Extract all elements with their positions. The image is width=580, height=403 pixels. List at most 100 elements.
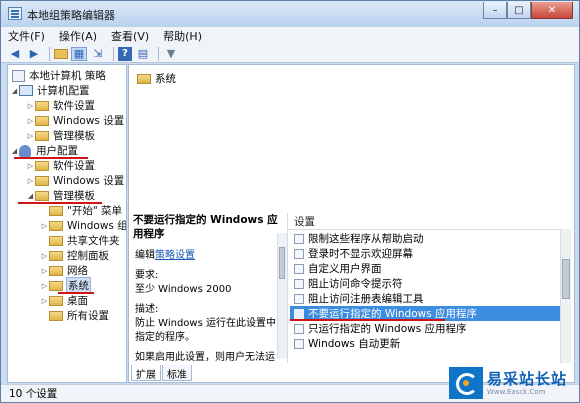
tree-shared-folders[interactable]: 共享文件夹 bbox=[40, 233, 120, 248]
properties-icon[interactable]: ▤ bbox=[135, 47, 151, 61]
help-icon[interactable]: ? bbox=[118, 46, 132, 61]
policy-setting-icon bbox=[294, 338, 304, 349]
requirements: 要求: 至少 Windows 2000 bbox=[135, 269, 281, 297]
watermark: 易采站长站 Www.Easck.Com bbox=[449, 367, 575, 399]
menu-bar: 文件(F) 操作(A) 查看(V) 帮助(H) bbox=[1, 27, 579, 45]
list-item[interactable]: 登录时不显示欢迎屏幕 bbox=[290, 246, 571, 261]
tree-user-admin[interactable]: ◢ 管理模板 bbox=[26, 188, 95, 203]
tree-desktop[interactable]: ▷ 桌面 bbox=[40, 293, 88, 308]
folder-icon bbox=[35, 160, 49, 171]
list-scrollbar[interactable] bbox=[560, 229, 571, 363]
tree-label: 网络 bbox=[67, 265, 88, 277]
policy-setting-icon bbox=[294, 293, 304, 304]
menu-action[interactable]: 操作(A) bbox=[52, 28, 104, 44]
collapse-arrow-icon[interactable]: ◢ bbox=[10, 147, 19, 155]
window-title: 本地组策略编辑器 bbox=[27, 9, 115, 22]
tree-user-software[interactable]: ▷ 软件设置 bbox=[26, 158, 95, 173]
description-pane: 不要运行指定的 Windows 应用程序 编辑策略设置 要求: 至少 Windo… bbox=[131, 213, 283, 363]
close-button[interactable]: ✕ bbox=[531, 2, 573, 19]
settings-list: 设置 限制这些程序从帮助启动 登录时不显示欢迎屏幕 自定义用户界面 阻止访问命令… bbox=[287, 213, 571, 363]
list-item[interactable]: 阻止访问命令提示符 bbox=[290, 276, 571, 291]
collapse-arrow-icon[interactable]: ◢ bbox=[26, 192, 35, 200]
list-item-label: 只运行指定的 Windows 应用程序 bbox=[308, 323, 467, 335]
view-tabs: 扩展 标准 bbox=[131, 365, 193, 381]
export-icon[interactable]: ⇲ bbox=[90, 47, 106, 61]
toolbar-separator bbox=[158, 46, 159, 61]
description-scrollbar[interactable] bbox=[277, 233, 287, 358]
folder-icon bbox=[49, 295, 63, 306]
menu-file[interactable]: 文件(F) bbox=[1, 28, 52, 44]
tree-network[interactable]: ▷ 网络 bbox=[40, 263, 88, 278]
folder-icon bbox=[49, 310, 63, 321]
list-item[interactable]: Windows 自动更新 bbox=[290, 336, 571, 351]
expand-arrow-icon[interactable]: ▷ bbox=[26, 117, 35, 125]
list-item[interactable]: 阻止访问注册表编辑工具 bbox=[290, 291, 571, 306]
folder-icon bbox=[49, 265, 63, 276]
tree-label: 控制面板 bbox=[67, 250, 109, 262]
expand-arrow-icon[interactable]: ▷ bbox=[40, 252, 49, 260]
gpedit-app-icon bbox=[8, 7, 22, 20]
expand-arrow-icon[interactable]: ▷ bbox=[40, 282, 49, 290]
tree-computer-admin[interactable]: ▷ 管理模板 bbox=[26, 128, 95, 143]
tree-root-label: 本地计算机 策略 bbox=[29, 70, 106, 82]
requirements-label: 要求: bbox=[135, 270, 159, 281]
back-icon[interactable]: ◀ bbox=[7, 47, 23, 61]
expand-arrow-icon[interactable]: ▷ bbox=[26, 132, 35, 140]
tree-computer-windows[interactable]: ▷ Windows 设置 bbox=[26, 113, 124, 128]
brand-url: Www.Easck.Com bbox=[487, 387, 546, 396]
folder-icon bbox=[35, 175, 49, 186]
up-folder-icon[interactable] bbox=[54, 48, 68, 59]
tab-standard[interactable]: 标准 bbox=[162, 365, 192, 381]
tree-root[interactable]: 本地计算机 策略 bbox=[12, 68, 106, 83]
tree-all-settings[interactable]: 所有设置 bbox=[40, 308, 109, 323]
policy-root-icon bbox=[12, 69, 25, 82]
scroll-thumb[interactable] bbox=[562, 259, 570, 299]
expand-arrow-icon[interactable]: ▷ bbox=[26, 162, 35, 170]
maximize-button[interactable]: □ bbox=[507, 2, 531, 19]
minimize-button[interactable]: – bbox=[483, 2, 507, 19]
expand-arrow-icon[interactable]: ▷ bbox=[26, 177, 35, 185]
tree-start-menu[interactable]: "开始" 菜单 bbox=[40, 203, 122, 218]
list-item-label: 自定义用户界面 bbox=[308, 263, 382, 275]
edit-policy-link[interactable]: 策略设置 bbox=[155, 250, 195, 261]
tree-computer-config[interactable]: ◢ 计算机配置 bbox=[10, 83, 90, 98]
tree-label: 管理模板 bbox=[53, 130, 95, 142]
tree-user-config[interactable]: ◢ 用户配置 bbox=[10, 143, 78, 158]
column-header-setting[interactable]: 设置 bbox=[288, 213, 571, 230]
expand-arrow-icon[interactable]: ▷ bbox=[26, 102, 35, 110]
description-more: 如果启用此设置，则用户无法运行 bbox=[135, 352, 275, 363]
folder-open-icon bbox=[35, 190, 49, 201]
filter-icon[interactable]: ▼ bbox=[163, 47, 179, 61]
edit-prefix: 编辑 bbox=[135, 250, 155, 261]
description-label: 描述: bbox=[135, 304, 159, 315]
collapse-arrow-icon[interactable]: ◢ bbox=[10, 87, 19, 95]
tree-label: "开始" 菜单 bbox=[67, 205, 122, 217]
list-item-label: 阻止访问命令提示符 bbox=[308, 278, 403, 290]
tree-label: 计算机配置 bbox=[37, 85, 90, 97]
menu-view[interactable]: 查看(V) bbox=[104, 28, 156, 44]
folder-icon bbox=[49, 235, 63, 246]
forward-icon[interactable]: ▶ bbox=[26, 47, 42, 61]
tree-user-windows[interactable]: ▷ Windows 设置 bbox=[26, 173, 124, 188]
show-hide-tree-icon[interactable]: ▦ bbox=[71, 46, 87, 61]
expand-arrow-icon[interactable]: ▷ bbox=[40, 222, 49, 230]
list-item[interactable]: 只运行指定的 Windows 应用程序 bbox=[290, 321, 571, 336]
current-folder-header: 系统 bbox=[137, 71, 176, 86]
expand-arrow-icon[interactable]: ▷ bbox=[40, 297, 49, 305]
toolbar-separator bbox=[113, 46, 114, 61]
tree-system[interactable]: ▷ 系统 bbox=[40, 277, 91, 294]
policy-setting-icon bbox=[294, 278, 304, 289]
list-item[interactable]: 限制这些程序从帮助启动 bbox=[290, 231, 571, 246]
scroll-thumb[interactable] bbox=[279, 247, 285, 279]
folder-icon bbox=[35, 115, 49, 126]
tree-windows-components[interactable]: ▷ Windows 组 bbox=[40, 218, 127, 233]
tree-computer-software[interactable]: ▷ 软件设置 bbox=[26, 98, 95, 113]
expand-arrow-icon[interactable]: ▷ bbox=[40, 267, 49, 275]
folder-icon bbox=[35, 130, 49, 141]
menu-help[interactable]: 帮助(H) bbox=[156, 28, 209, 44]
tab-extended[interactable]: 扩展 bbox=[131, 365, 161, 381]
title-bar[interactable]: 本地组策略编辑器 – □ ✕ bbox=[1, 1, 579, 27]
tree-label: Windows 组 bbox=[67, 220, 127, 232]
tree-control-panel[interactable]: ▷ 控制面板 bbox=[40, 248, 109, 263]
list-item[interactable]: 自定义用户界面 bbox=[290, 261, 571, 276]
